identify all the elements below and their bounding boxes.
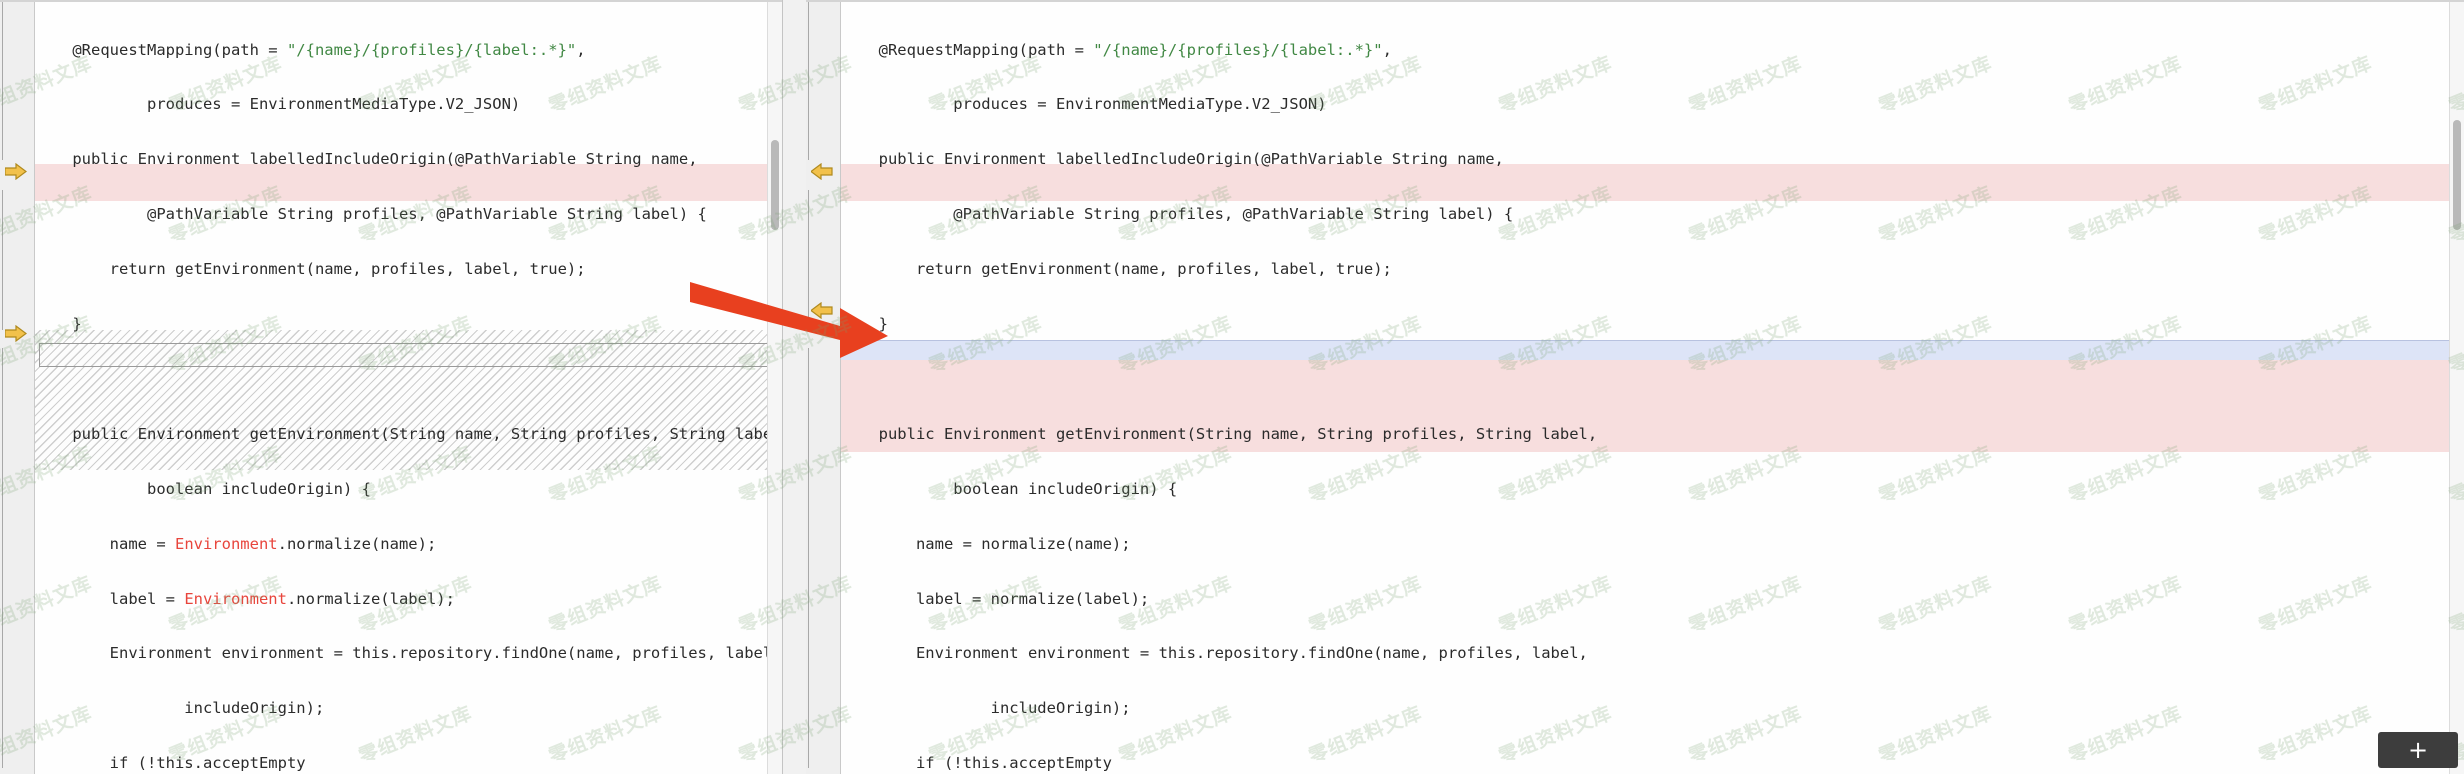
code-line: includeOrigin); bbox=[841, 699, 1131, 718]
code-line: Environment environment = this.repositor… bbox=[35, 644, 782, 663]
left-code-lines: @RequestMapping(path = "/{name}/{profile… bbox=[35, 0, 782, 774]
left-vertical-scrollbar[interactable] bbox=[767, 0, 783, 774]
code-line: produces = EnvironmentMediaType.V2_JSON) bbox=[841, 95, 1327, 114]
code-line: if (!this.acceptEmpty bbox=[841, 754, 1112, 773]
code-line: includeOrigin); bbox=[35, 699, 325, 718]
code-line-changed: name = normalize(name); bbox=[841, 534, 1131, 553]
code-line: boolean includeOrigin) { bbox=[35, 479, 371, 498]
gutter-change-arrow-icon[interactable] bbox=[5, 325, 27, 342]
code-line: return getEnvironment(name, profiles, la… bbox=[35, 260, 586, 279]
code-line: } bbox=[841, 315, 888, 334]
code-line: boolean includeOrigin) { bbox=[841, 479, 1178, 498]
left-scrollbar-thumb[interactable] bbox=[771, 140, 780, 230]
code-line: produces = EnvironmentMediaType.V2_JSON) bbox=[35, 95, 521, 114]
gutter-thread-line bbox=[2, 348, 33, 768]
code-line: @PathVariable String profiles, @PathVari… bbox=[841, 205, 1514, 224]
left-gutter[interactable] bbox=[0, 0, 35, 774]
right-editor-pane: @RequestMapping(path = "/{name}/{profile… bbox=[806, 0, 2464, 774]
right-vertical-scrollbar[interactable] bbox=[2449, 0, 2464, 774]
code-line: @RequestMapping(path = "/{name}/{profile… bbox=[841, 40, 1392, 59]
code-line: Environment environment = this.repositor… bbox=[841, 644, 1588, 663]
code-line: public Environment getEnvironment(String… bbox=[841, 424, 1598, 443]
add-floating-button[interactable]: + bbox=[2378, 732, 2458, 768]
code-line-deleted: name = Environment.normalize(name); bbox=[35, 534, 437, 553]
code-line-deleted: label = Environment.normalize(label); bbox=[35, 589, 455, 608]
plus-icon: + bbox=[2407, 736, 2429, 764]
right-code-lines: @RequestMapping(path = "/{name}/{profile… bbox=[841, 0, 2464, 774]
code-line: } bbox=[35, 315, 82, 334]
gutter-thread-line bbox=[2, 190, 33, 330]
diff-gap-hatch-box bbox=[39, 343, 779, 367]
gutter-change-arrow-icon[interactable] bbox=[811, 163, 833, 180]
left-code-area[interactable]: @RequestMapping(path = "/{name}/{profile… bbox=[35, 0, 783, 774]
code-line: if (!this.acceptEmpty bbox=[35, 754, 306, 773]
code-line: public Environment getEnvironment(String… bbox=[35, 424, 783, 443]
code-line-changed: label = normalize(label); bbox=[841, 589, 1150, 608]
left-editor-pane: @RequestMapping(path = "/{name}/{profile… bbox=[0, 0, 783, 774]
code-line: return getEnvironment(name, profiles, la… bbox=[841, 260, 1392, 279]
gutter-thread-line bbox=[2, 0, 33, 160]
gutter-change-arrow-icon[interactable] bbox=[5, 163, 27, 180]
diff-viewer-root: @RequestMapping(path = "/{name}/{profile… bbox=[0, 0, 2464, 774]
right-scrollbar-thumb[interactable] bbox=[2453, 120, 2461, 230]
code-line: public Environment labelledIncludeOrigin… bbox=[841, 150, 1504, 169]
gutter-thread-line bbox=[808, 0, 839, 160]
right-gutter[interactable] bbox=[806, 0, 842, 774]
code-line: @PathVariable String profiles, @PathVari… bbox=[35, 205, 707, 224]
right-code-area[interactable]: @RequestMapping(path = "/{name}/{profile… bbox=[841, 0, 2464, 774]
gutter-change-arrow-icon[interactable] bbox=[811, 302, 833, 319]
code-line: @RequestMapping(path = "/{name}/{profile… bbox=[35, 40, 586, 59]
right-pane-top-border bbox=[806, 0, 2464, 2]
left-pane-top-border bbox=[0, 0, 783, 2]
code-line: public Environment labelledIncludeOrigin… bbox=[35, 150, 698, 169]
gutter-thread-line bbox=[808, 348, 839, 768]
divider-strip bbox=[782, 0, 809, 774]
